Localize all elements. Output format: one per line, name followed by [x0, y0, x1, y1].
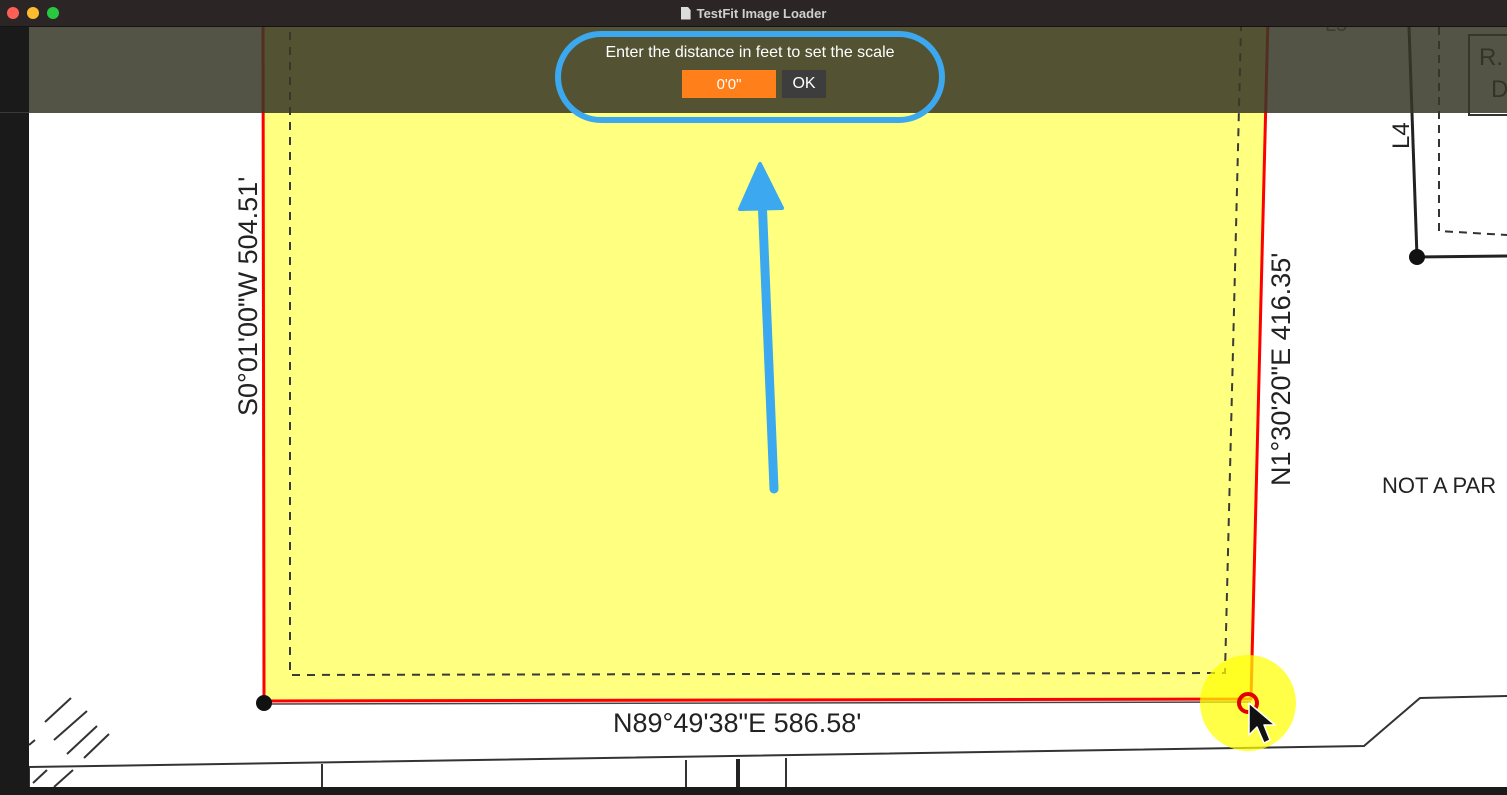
- corner-point: [256, 695, 272, 711]
- gutter-divider: [0, 112, 29, 113]
- scale-prompt: Enter the distance in feet to set the sc…: [605, 44, 895, 61]
- bottom-edge: [0, 787, 1507, 795]
- right-bearing-label: N1°30'20"E 416.35': [1266, 253, 1296, 486]
- document-icon: [680, 6, 691, 20]
- ok-button[interactable]: OK: [782, 70, 826, 98]
- bottom-bearing-label: N89°49'38"E 586.58': [613, 708, 861, 738]
- neighbor-label: NOT A PAR: [1382, 473, 1496, 498]
- title-bar: TestFit Image Loader: [0, 0, 1507, 27]
- distance-input[interactable]: [682, 70, 776, 98]
- site-plan-drawing[interactable]: S0°01'00"W 504.51' N1°30'20"E 416.35' N8…: [29, 27, 1507, 787]
- cursor-highlight: [1200, 655, 1296, 751]
- window-title-group: TestFit Image Loader: [0, 0, 1507, 26]
- image-canvas[interactable]: S0°01'00"W 504.51' N1°30'20"E 416.35' N8…: [29, 27, 1507, 787]
- hatch-marks: [29, 697, 110, 787]
- window-title: TestFit Image Loader: [696, 5, 827, 21]
- neighbor-corner-point: [1409, 249, 1425, 265]
- left-gutter: [0, 27, 29, 795]
- lot-label: L4: [1388, 122, 1415, 149]
- left-bearing-label: S0°01'00"W 504.51': [233, 177, 263, 416]
- bottom-boundary-dark: [263, 701, 1252, 705]
